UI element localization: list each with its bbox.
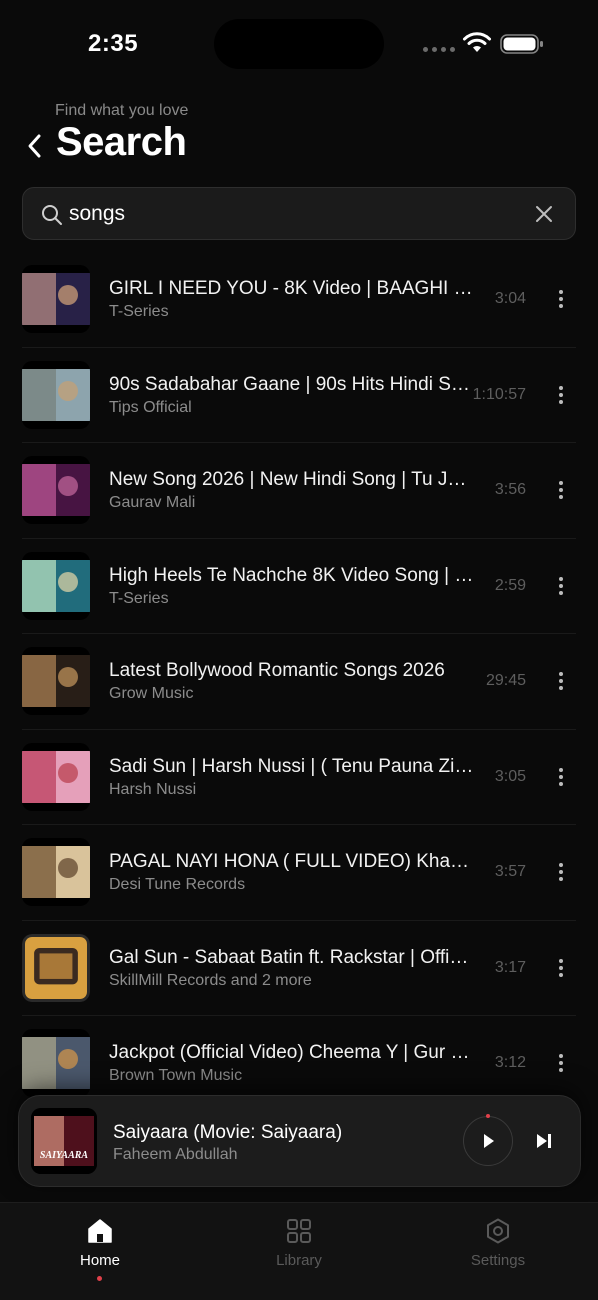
more-options-icon[interactable]	[553, 288, 569, 310]
song-thumbnail	[22, 456, 90, 524]
more-options-icon[interactable]	[553, 957, 569, 979]
song-row[interactable]: Gal Sun - Sabaat Batin ft. Rackstar | Of…	[0, 921, 598, 1017]
play-button[interactable]	[463, 1114, 513, 1166]
song-artist: Tips Official	[109, 398, 192, 416]
song-title: Latest Bollywood Romantic Songs 2026	[109, 660, 445, 681]
clear-search-icon[interactable]	[533, 203, 555, 225]
more-options-icon[interactable]	[553, 575, 569, 597]
now-playing-artwork-text: SAIYAARA	[40, 1150, 88, 1161]
song-row[interactable]: 90s Sadabahar Gaane | 90s Hits Hindi Son…	[0, 348, 598, 444]
song-duration: 3:57	[494, 863, 526, 880]
song-row[interactable]: Latest Bollywood Romantic Songs 2026 Gro…	[0, 634, 598, 730]
song-artist: SkillMill Records and 2 more	[109, 971, 312, 989]
now-playing-title: Saiyaara (Movie: Saiyaara)	[113, 1122, 343, 1143]
song-thumbnail	[22, 838, 90, 906]
battery-icon	[500, 34, 543, 54]
song-thumbnail	[22, 1029, 90, 1097]
tab-library-label: Library	[276, 1252, 322, 1269]
more-options-icon[interactable]	[553, 1052, 569, 1074]
song-row[interactable]: PAGAL NAYI HONA ( FULL VIDEO) Khan Saab …	[0, 825, 598, 921]
home-icon	[88, 1219, 112, 1243]
cellular-signal-icon	[423, 47, 455, 52]
gear-icon	[487, 1218, 509, 1244]
song-title: GIRL I NEED YOU - 8K Video | BAAGHI | Ti…	[109, 278, 474, 299]
song-duration: 29:45	[485, 672, 526, 689]
song-row[interactable]: New Song 2026 | New Hindi Song | Tu Jo N…	[0, 443, 598, 539]
tab-settings-label: Settings	[470, 1252, 526, 1269]
song-duration: 3:56	[494, 481, 526, 498]
song-artist: T-Series	[109, 303, 169, 320]
search-icon	[42, 205, 62, 225]
song-thumbnail	[22, 551, 90, 620]
page-title: Search	[56, 120, 187, 164]
tab-home-label: Home	[79, 1252, 120, 1269]
song-artist: Desi Tune Records	[109, 876, 246, 893]
song-title: Sadi Sun | Harsh Nussi | ( Tenu Pauna Zi…	[109, 755, 474, 777]
wifi-icon	[463, 32, 491, 52]
more-options-icon[interactable]	[553, 479, 569, 501]
more-options-icon[interactable]	[553, 861, 569, 883]
song-thumbnail	[22, 933, 90, 1002]
song-title: High Heels Te Nachche 8K Video Song | Ki…	[109, 564, 474, 586]
song-duration: 3:12	[494, 1054, 526, 1071]
status-bar: 2:35	[0, 0, 598, 90]
now-playing-artist: Faheem Abdullah	[113, 1146, 238, 1163]
song-row[interactable]: GIRL I NEED YOU - 8K Video | BAAGHI | Ti…	[0, 252, 598, 348]
active-tab-indicator	[97, 1276, 102, 1281]
song-row[interactable]: Sadi Sun | Harsh Nussi | ( Tenu Pauna Zi…	[0, 730, 598, 826]
song-artist: Brown Town Music	[109, 1067, 243, 1084]
song-duration: 3:04	[494, 290, 526, 307]
more-options-icon[interactable]	[553, 670, 569, 692]
skip-next-icon[interactable]	[535, 1131, 553, 1151]
status-time: 2:35	[88, 30, 139, 57]
song-thumbnail	[22, 742, 90, 811]
song-artist: Grow Music	[109, 685, 194, 702]
song-thumbnail	[22, 265, 90, 333]
song-duration: 1:10:57	[472, 385, 526, 403]
search-bar[interactable]	[22, 187, 576, 240]
song-thumbnail	[22, 647, 90, 715]
song-artist: T-Series	[109, 589, 169, 607]
search-results-list: GIRL I NEED YOU - 8K Video | BAAGHI | Ti…	[0, 252, 598, 1112]
dynamic-island	[214, 19, 384, 69]
more-options-icon[interactable]	[553, 766, 569, 788]
song-duration: 3:05	[494, 767, 526, 785]
search-input[interactable]	[69, 196, 509, 232]
tab-settings[interactable]: Settings	[398, 1203, 598, 1300]
song-duration: 2:59	[494, 576, 526, 594]
now-playing-artwork: SAIYAARA	[31, 1108, 97, 1174]
tab-library[interactable]: Library	[199, 1203, 399, 1300]
song-title: Jackpot (Official Video) Cheema Y | Gur …	[109, 1042, 474, 1063]
song-duration: 3:17	[494, 958, 526, 976]
song-artist: Gaurav Mali	[109, 494, 196, 511]
song-title: Gal Sun - Sabaat Batin ft. Rackstar | Of…	[109, 946, 474, 968]
song-title: New Song 2026 | New Hindi Song | Tu Jo N…	[109, 469, 474, 490]
more-options-icon[interactable]	[553, 384, 569, 406]
bottom-tab-bar: Home Library Settings	[0, 1202, 598, 1300]
song-thumbnail	[22, 360, 90, 429]
song-title: 90s Sadabahar Gaane | 90s Hits Hindi Son…	[109, 373, 474, 395]
back-chevron-icon[interactable]	[24, 132, 46, 160]
tab-home[interactable]: Home	[0, 1203, 200, 1300]
song-artist: Harsh Nussi	[109, 780, 197, 798]
grid-icon	[287, 1219, 311, 1243]
mini-player[interactable]: SAIYAARA Saiyaara (Movie: Saiyaara) Fahe…	[18, 1095, 581, 1187]
song-title: PAGAL NAYI HONA ( FULL VIDEO) Khan Saab	[109, 851, 474, 872]
song-row[interactable]: High Heels Te Nachche 8K Video Song | Ki…	[0, 539, 598, 635]
page-subtitle: Find what you love	[55, 102, 189, 119]
play-icon	[483, 1133, 494, 1148]
